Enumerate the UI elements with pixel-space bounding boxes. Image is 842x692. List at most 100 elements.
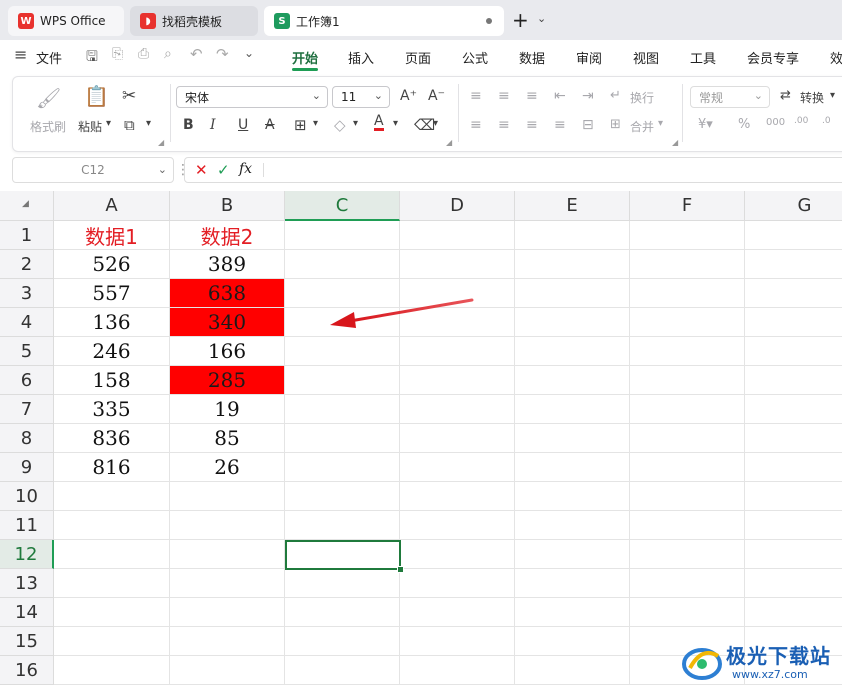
row-header-8[interactable]: 8 xyxy=(0,424,54,453)
quick-access-menu-icon[interactable]: ⌄ xyxy=(244,46,254,60)
increase-font-size-icon[interactable]: A⁺ xyxy=(400,88,417,104)
paste-button[interactable]: 粘贴 xyxy=(78,118,102,135)
cell-d14[interactable] xyxy=(400,598,515,627)
cell-f3[interactable] xyxy=(630,279,745,308)
row-header-11[interactable]: 11 xyxy=(0,511,54,540)
cell-c10[interactable] xyxy=(285,482,400,511)
cell-g10[interactable] xyxy=(745,482,842,511)
font-size-select[interactable]: 11 ⌄ xyxy=(332,86,390,108)
print-icon[interactable]: ⎙ xyxy=(138,46,149,62)
cell-c8[interactable] xyxy=(285,424,400,453)
menu-file[interactable]: 文件 xyxy=(36,48,62,67)
cell-a5[interactable]: 246 xyxy=(54,337,170,366)
cell-c13[interactable] xyxy=(285,569,400,598)
align-left-icon[interactable]: ≡ xyxy=(470,117,482,133)
formula-bar[interactable]: ✕ ✓ fx xyxy=(184,157,842,183)
cell-e14[interactable] xyxy=(515,598,630,627)
row-header-5[interactable]: 5 xyxy=(0,337,54,366)
cell-c1[interactable] xyxy=(285,221,400,250)
cell-a11[interactable] xyxy=(54,511,170,540)
chevron-down-icon[interactable]: ▾ xyxy=(353,118,358,129)
cell-e1[interactable] xyxy=(515,221,630,250)
thousands-separator-icon[interactable]: 000 xyxy=(766,117,785,128)
number-format-select[interactable]: 常规 ⌄ xyxy=(690,86,770,108)
redo-icon[interactable]: ↷ xyxy=(216,45,229,63)
cell-a15[interactable] xyxy=(54,627,170,656)
cell-c6[interactable] xyxy=(285,366,400,395)
cell-f4[interactable] xyxy=(630,308,745,337)
cell-b14[interactable] xyxy=(170,598,285,627)
menu-effects[interactable]: 效 xyxy=(830,48,842,67)
convert-icon[interactable]: ⇄ xyxy=(780,88,791,103)
chevron-down-icon[interactable]: ▾ xyxy=(393,118,398,129)
cell-d8[interactable] xyxy=(400,424,515,453)
justify-icon[interactable]: ≡ xyxy=(554,117,566,133)
column-header-c[interactable]: C xyxy=(285,191,400,221)
cell-b6[interactable]: 285 xyxy=(170,366,285,395)
column-header-g[interactable]: G xyxy=(745,191,842,221)
column-header-a[interactable]: A xyxy=(54,191,170,221)
menu-page[interactable]: 页面 xyxy=(405,48,431,67)
cell-g5[interactable] xyxy=(745,337,842,366)
cell-f14[interactable] xyxy=(630,598,745,627)
cut-icon[interactable]: ✂ xyxy=(122,86,136,106)
bold-icon[interactable]: B xyxy=(183,117,194,133)
cell-c7[interactable] xyxy=(285,395,400,424)
cell-b4[interactable]: 340 xyxy=(170,308,285,337)
column-header-f[interactable]: F xyxy=(630,191,745,221)
row-header-10[interactable]: 10 xyxy=(0,482,54,511)
cell-e13[interactable] xyxy=(515,569,630,598)
align-middle-icon[interactable]: ≡ xyxy=(498,88,510,104)
cell-d1[interactable] xyxy=(400,221,515,250)
cell-a16[interactable] xyxy=(54,656,170,685)
cell-a8[interactable]: 836 xyxy=(54,424,170,453)
increase-indent-icon[interactable]: ⇥ xyxy=(582,88,594,104)
fill-color-icon[interactable]: ◇ xyxy=(334,116,346,134)
cell-d6[interactable] xyxy=(400,366,515,395)
cell-b10[interactable] xyxy=(170,482,285,511)
chevron-down-icon[interactable]: ▾ xyxy=(313,118,318,129)
cell-e16[interactable] xyxy=(515,656,630,685)
convert-button[interactable]: 转换 xyxy=(800,89,824,106)
chevron-down-icon[interactable]: ▾ xyxy=(433,118,438,129)
print-preview-icon[interactable]: ⌕ xyxy=(164,46,172,62)
chevron-down-icon[interactable]: ▾ xyxy=(146,118,151,129)
cell-g4[interactable] xyxy=(745,308,842,337)
cell-d7[interactable] xyxy=(400,395,515,424)
cell-f5[interactable] xyxy=(630,337,745,366)
align-right-icon[interactable]: ≡ xyxy=(526,117,538,133)
cell-d10[interactable] xyxy=(400,482,515,511)
undo-icon[interactable]: ↶ xyxy=(190,45,203,63)
format-painter-icon[interactable]: 🖌 xyxy=(36,86,61,110)
cell-f1[interactable] xyxy=(630,221,745,250)
row-header-13[interactable]: 13 xyxy=(0,569,54,598)
align-center-icon[interactable]: ≡ xyxy=(498,117,510,133)
menu-tools[interactable]: 工具 xyxy=(690,48,716,67)
menu-member[interactable]: 会员专享 xyxy=(747,48,799,67)
borders-icon[interactable]: ⊞ xyxy=(294,116,307,134)
cell-g14[interactable] xyxy=(745,598,842,627)
select-all-corner[interactable]: ◢ xyxy=(0,191,54,221)
cell-d11[interactable] xyxy=(400,511,515,540)
cell-a7[interactable]: 335 xyxy=(54,395,170,424)
column-header-b[interactable]: B xyxy=(170,191,285,221)
dialog-launcher-icon[interactable]: ◢ xyxy=(672,138,678,147)
cell-c5[interactable] xyxy=(285,337,400,366)
fill-handle[interactable] xyxy=(397,566,404,573)
cell-e15[interactable] xyxy=(515,627,630,656)
cell-b1[interactable]: 数据2 xyxy=(170,221,285,250)
dialog-launcher-icon[interactable]: ◢ xyxy=(446,138,452,147)
cell-a2[interactable]: 526 xyxy=(54,250,170,279)
cell-e9[interactable] xyxy=(515,453,630,482)
cell-f13[interactable] xyxy=(630,569,745,598)
merge-icon[interactable]: ⊞ xyxy=(610,117,621,132)
cell-e3[interactable] xyxy=(515,279,630,308)
cancel-icon[interactable]: ✕ xyxy=(195,161,208,179)
row-header-15[interactable]: 15 xyxy=(0,627,54,656)
cell-e8[interactable] xyxy=(515,424,630,453)
tab-wps-office[interactable]: W WPS Office xyxy=(8,6,124,36)
row-header-14[interactable]: 14 xyxy=(0,598,54,627)
cell-e7[interactable] xyxy=(515,395,630,424)
decrease-indent-icon[interactable]: ⇤ xyxy=(554,88,566,104)
cell-g1[interactable] xyxy=(745,221,842,250)
